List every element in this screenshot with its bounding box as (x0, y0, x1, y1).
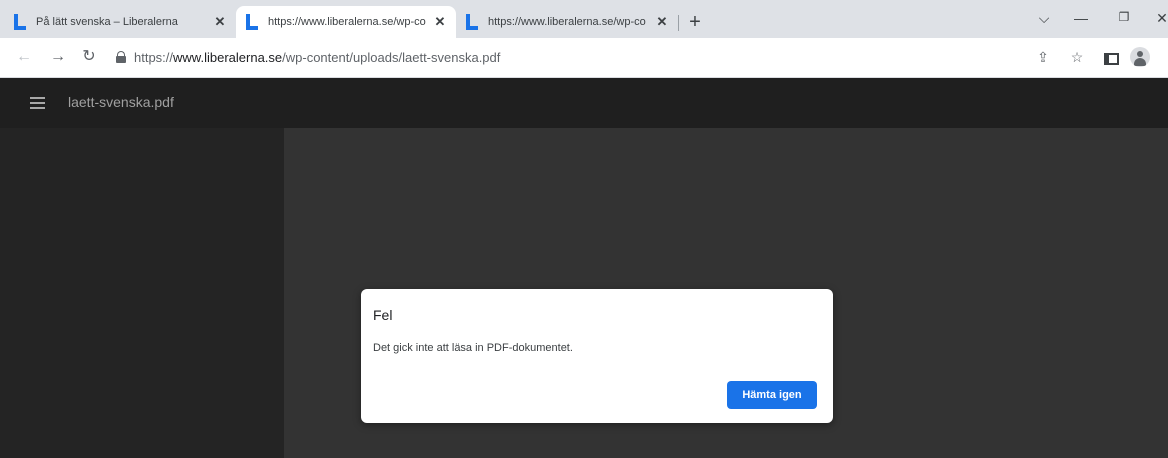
hamburger-icon[interactable] (30, 97, 45, 109)
url-path: /wp-content/uploads/laett-svenska.pdf (282, 49, 501, 65)
url-host: www.liberalerna.se (173, 49, 283, 65)
dialog-message: Det gick inte att läsa in PDF-dokumentet… (373, 342, 573, 354)
pdf-viewer-toolbar: laett-svenska.pdf (0, 78, 1168, 128)
reload-icon[interactable]: ↻ (79, 47, 99, 67)
new-tab-button[interactable]: + (684, 12, 706, 34)
forward-icon[interactable]: → (48, 47, 68, 67)
menu-icon[interactable]: ⋮ (1162, 48, 1168, 65)
pdf-filename: laett-svenska.pdf (68, 94, 174, 110)
bookmark-star-icon[interactable]: ☆ (1068, 48, 1086, 66)
browser-toolbar: ← → ↻ https://www.liberalerna.se/wp-cont… (0, 38, 1168, 78)
tab-close-icon[interactable]: ✕ (432, 14, 448, 30)
profile-icon[interactable] (1130, 47, 1150, 67)
tab-close-icon[interactable]: ✕ (654, 14, 670, 30)
tab-close-icon[interactable]: ✕ (212, 14, 228, 30)
tab-title: https://www.liberalerna.se/wp-co (268, 16, 426, 28)
tab-separator (678, 15, 679, 31)
tab-pa-latt-svenska[interactable]: På lätt svenska – Liberalerna ✕ (4, 6, 236, 38)
tab-pdf-2[interactable]: https://www.liberalerna.se/wp-co ✕ (456, 6, 678, 38)
share-icon[interactable]: ⇪ (1034, 48, 1052, 66)
pdf-sidebar (0, 128, 284, 458)
tab-strip: På lätt svenska – Liberalerna ✕ https://… (0, 0, 1168, 38)
liberalerna-favicon-icon (246, 14, 260, 30)
minimize-button[interactable]: — (1071, 10, 1091, 26)
url-scheme: https:// (134, 49, 174, 65)
lock-icon[interactable] (116, 51, 126, 63)
dialog-title: Fel (373, 307, 393, 323)
close-window-button[interactable]: ✕ (1152, 10, 1168, 27)
liberalerna-favicon-icon (466, 14, 480, 30)
address-bar[interactable]: https://www.liberalerna.se/wp-content/up… (108, 44, 1008, 70)
tab-title: https://www.liberalerna.se/wp-co (488, 16, 646, 28)
restore-button[interactable]: ❐ (1114, 10, 1134, 24)
tab-search-dropdown-icon[interactable]: ⌵ (1034, 10, 1054, 27)
back-icon[interactable]: ← (14, 47, 34, 67)
reload-pdf-button[interactable]: Hämta igen (727, 381, 817, 409)
tab-title: På lätt svenska – Liberalerna (36, 16, 178, 28)
liberalerna-favicon-icon (14, 14, 28, 30)
side-panel-icon[interactable] (1104, 53, 1119, 65)
error-dialog: Fel Det gick inte att läsa in PDF-dokume… (361, 289, 833, 423)
tab-pdf-active[interactable]: https://www.liberalerna.se/wp-co ✕ (236, 6, 456, 38)
